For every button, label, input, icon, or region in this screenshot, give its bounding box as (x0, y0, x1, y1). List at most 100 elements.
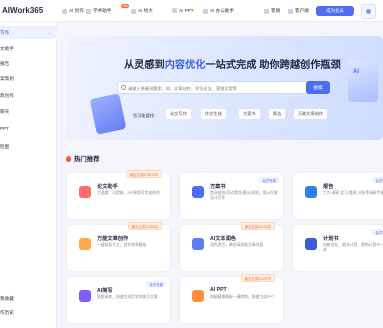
suggestion-chip-1[interactable]: 作文生成 (201, 109, 226, 119)
ai-illustration-text: AI (353, 69, 359, 75)
generation-count-badge: 最近生成31558次 (127, 222, 162, 230)
tool-name: AI文本润色 (210, 236, 236, 242)
sidebar: 写作 ⌄ 文助手报告案策划政创作聊天 PPT 检图我收藏作历史 (0, 22, 57, 328)
tool-name: 论文助手 (97, 184, 118, 190)
nav-label: AI 办公助手 (210, 8, 234, 13)
section-title-text: 热门推荐 (74, 156, 100, 163)
tool-card-1[interactable]: 方案书 商业规划/活动策划/建议/说明，用AI方案设计写作 会员专属 (179, 172, 284, 220)
right-nav-item-1[interactable]: 客户端 (288, 8, 309, 14)
nav-icon (86, 8, 91, 14)
nav-icon (264, 8, 269, 14)
decorative-document-illustration (89, 93, 127, 135)
tool-name: 报告 (323, 184, 334, 190)
section-title: 热门推荐 (66, 154, 100, 163)
sidebar-item-label: 文助手 (0, 45, 14, 51)
fire-icon (66, 155, 71, 162)
suggestion-chip-4[interactable]: 万能文章创作 (294, 109, 328, 119)
sidebar-item-5[interactable]: 聊天 (0, 105, 57, 118)
tool-description: 立选题、可提纲、3分钟即可完成创作 (97, 191, 160, 195)
tool-icon (192, 238, 204, 250)
tool-description: 润色改写，输出高质量文章内容 (210, 243, 264, 247)
nav-icon (172, 8, 177, 13)
nav-icon (203, 8, 208, 14)
member-only-badge: 会员专属 (259, 177, 279, 183)
tool-description: 商业规划/活动策划/建议/说明，用AI方案设计写作 (210, 191, 278, 200)
tool-card-2[interactable]: 报告工作,调研,实习,整改,分析等调研专报告 会员专属 (292, 172, 383, 220)
tool-name: 计划书 (323, 236, 339, 242)
tool-card-6[interactable]: AI简写 智能高效，快速生成哲学的练写文案 会员专属 (66, 276, 171, 324)
nav-item-2[interactable]: AI 绘大 (131, 8, 153, 14)
generation-count-badge: 最近生成678633次 (125, 170, 162, 178)
nav-label: 客端 (271, 8, 281, 13)
sidebar-item-label: 检图 (0, 143, 10, 149)
suggestion-chip-3[interactable]: 报告 (269, 109, 286, 119)
tool-name: AI PPT (210, 287, 227, 293)
suggestion-chip-0[interactable]: 论文写作 (166, 109, 191, 119)
become-member-button[interactable]: 成为会员 (316, 6, 354, 16)
app-logo[interactable]: AIWork365 (2, 6, 43, 15)
hero-title-part-1: 从灵感到 (124, 60, 165, 71)
suggestion-chip-2[interactable]: 方案书 (239, 109, 260, 119)
nav-item-3[interactable]: AI PPT (172, 8, 194, 13)
sidebar-item-label: PPT (0, 126, 9, 131)
sidebar-item-6[interactable]: PPT (0, 122, 57, 135)
sidebar-item-label: 聊天 (0, 108, 10, 114)
sidebar-item-3[interactable]: 案策划 (0, 72, 57, 85)
generation-count-badge: 最近生成21697次 (240, 274, 275, 282)
search-icon (121, 85, 126, 90)
member-only-badge: 会员专属 (146, 281, 166, 287)
suggestions-label: 您可能要找： (133, 113, 159, 118)
avatar[interactable] (361, 4, 376, 19)
generation-count-badge: 最近生成50133次 (240, 222, 275, 230)
right-nav-item-0[interactable]: 客端 (264, 8, 280, 14)
nav-icon (62, 8, 67, 14)
tool-description: 工作,调研,实习,整改,分析等调研专报告 (323, 191, 383, 195)
hero-title-part-2: 一站式完成 助你跨越创作瓶颈 (205, 60, 341, 71)
tool-description: 创新创业、商业计划、营销计划书一键生成 (323, 243, 383, 252)
nav-icon (131, 8, 136, 14)
tool-icon (79, 238, 91, 250)
tool-card-5[interactable]: 计划书创新创业、商业计划、营销计划书一键生成 会员专属 (292, 224, 383, 272)
sidebar-item-label: 政创作 (0, 92, 14, 98)
decorative-ai-illustration: AI (348, 60, 378, 102)
tool-card-4[interactable]: AI文本润色 润色改写，输出高质量文章内容 最近生成50133次 (179, 222, 284, 272)
tool-description: 海量精美模板一键转换，快速生成PPT (210, 295, 275, 299)
tool-name: AI简写 (97, 288, 113, 294)
hero-title: 从灵感到内容优化一站式完成 助你跨越创作瓶颈 (124, 56, 341, 71)
sidebar-item-1[interactable]: 文助手 (0, 42, 57, 55)
nav-item-0[interactable]: AI 创作 (62, 8, 84, 14)
member-only-badge: 会员专属 (372, 177, 383, 183)
search-button[interactable]: 搜索 (306, 81, 330, 94)
nav-icon (288, 8, 293, 14)
tool-name: 万能文章创作 (97, 236, 129, 242)
sidebar-item-0[interactable]: 写作 ⌄ (0, 26, 57, 39)
nav-label: 学术助手 (93, 8, 112, 13)
nav-item-4[interactable]: AI 办公助手 (203, 8, 234, 14)
tool-icon (79, 290, 91, 302)
sidebar-item-2[interactable]: 报告 (0, 57, 57, 70)
search-box[interactable] (117, 81, 330, 94)
tool-icon (79, 186, 91, 198)
nav-item-1[interactable]: 学术助手 (86, 8, 111, 14)
sidebar-bottom-item-0[interactable]: 我收藏 (0, 296, 14, 302)
top-bar: AIWork365 AI 创作 学术助手 AI 绘大 AI PPT AI 办公助手 Ho… (0, 0, 383, 22)
sidebar-item-label: 报告 (0, 60, 10, 66)
tool-icon (192, 186, 204, 198)
tool-description: 一键轻松写文，创作效率翻倍 (97, 243, 147, 247)
tool-card-0[interactable]: 论文助手 立选题、可提纲、3分钟即可完成创作 最近生成678633次 (66, 170, 171, 220)
tool-card-7[interactable]: AI PPT 海量精美模板一键转换，快速生成PPT 最近生成21697次 (179, 274, 284, 324)
search-input[interactable] (128, 84, 268, 92)
tool-icon (192, 290, 204, 302)
sidebar-item-4[interactable]: 政创作 (0, 89, 57, 102)
tool-icon (305, 186, 317, 198)
tool-card-3[interactable]: 万能文章创作 一键轻松写文，创作效率翻倍 最近生成31558次 (66, 222, 171, 272)
sidebar-bottom-item-1[interactable]: 作历史 (0, 310, 14, 316)
hero-title-highlight: 内容优化 (164, 60, 206, 71)
sidebar-item-7[interactable]: 检图 (0, 140, 57, 153)
tool-icon (305, 238, 317, 250)
sidebar-item-label: 写作 (0, 29, 10, 35)
tool-name: 方案书 (210, 184, 226, 190)
nav-label: AI 绘大 (138, 8, 153, 13)
hot-badge: Hot (121, 4, 129, 8)
nav-label: 客户端 (295, 8, 309, 13)
